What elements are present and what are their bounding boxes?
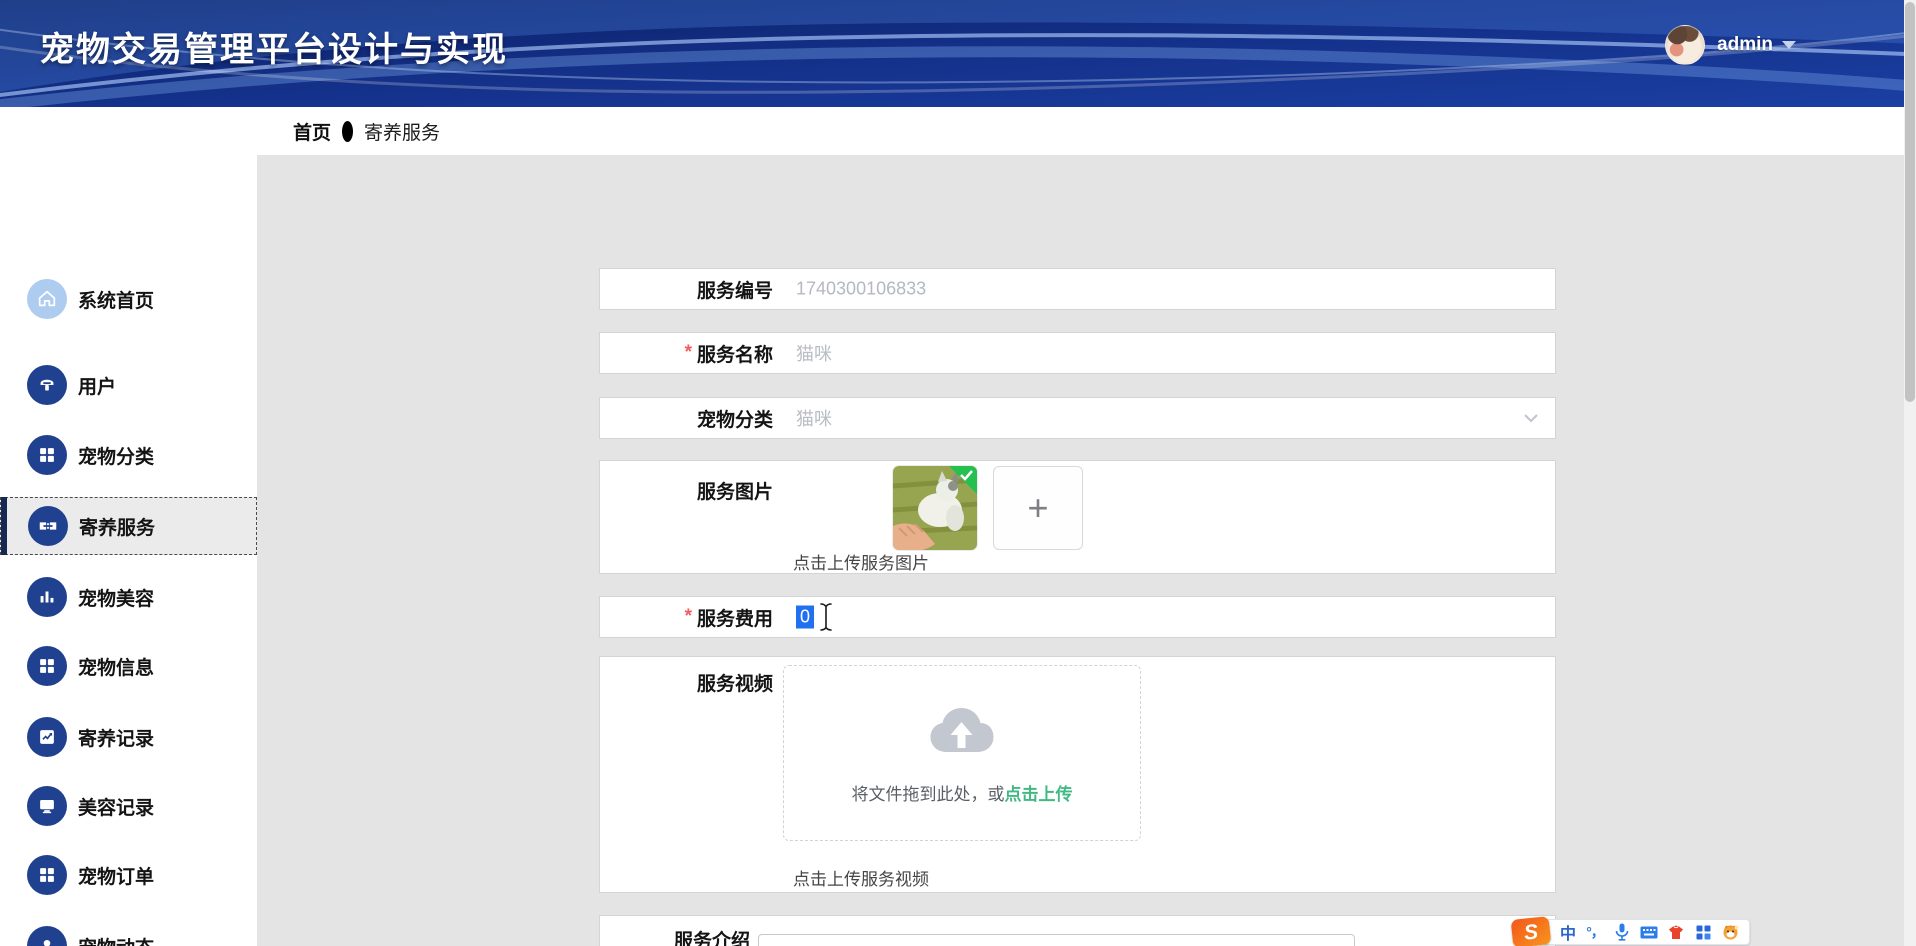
microphone-icon[interactable] — [1613, 923, 1631, 941]
service-name-label: 服务名称 — [696, 344, 773, 366]
ticket-icon — [28, 506, 68, 546]
monitor-icon — [27, 786, 67, 826]
sidebar-item-users[interactable]: 用户 — [0, 356, 257, 414]
service-intro-row: 服务介绍 — [599, 915, 1556, 946]
sidebar-item-label: 用户 — [78, 376, 117, 398]
avatar[interactable] — [1665, 25, 1706, 65]
sidebar-item-foster-records[interactable]: 寄养记录 — [0, 708, 257, 766]
sidebar-item-pet-info[interactable]: 宠物信息 — [0, 637, 257, 695]
emoji-face-icon[interactable] — [1721, 923, 1739, 941]
sidebar-item-label: 系统首页 — [78, 290, 155, 312]
ime-punctuation-icon[interactable]: °， — [1586, 923, 1605, 941]
ime-toolbar: S 中 °， — [1510, 916, 1750, 946]
service-image-label: 服务图片 — [696, 482, 773, 503]
breadcrumb-separator-icon — [342, 120, 354, 142]
sidebar-item-label: 宠物美容 — [78, 588, 155, 610]
user-menu[interactable]: admin — [1665, 25, 1796, 65]
service-image-thumbnail[interactable] — [893, 466, 977, 550]
sidebar-item-system-home[interactable]: 系统首页 — [0, 270, 257, 328]
service-image-row: 服务图片 + 点击上传服务图片 — [599, 460, 1556, 574]
service-number-input[interactable]: 1740300106833 — [796, 279, 926, 300]
toolbox-grid-icon[interactable] — [1694, 923, 1712, 941]
sidebar-item-foster-service[interactable]: 寄养服务 — [0, 497, 257, 555]
service-number-row: 服务编号 1740300106833 — [599, 268, 1556, 310]
sidebar-item-label: 宠物分类 — [78, 446, 155, 468]
sidebar-item-label: 宠物动态 — [78, 933, 154, 946]
chevron-down-icon[interactable] — [1523, 413, 1539, 423]
grid-icon — [27, 435, 67, 475]
caret-down-icon — [1782, 41, 1796, 49]
scrollbar-thumb[interactable] — [1905, 2, 1915, 402]
add-image-button[interactable]: + — [993, 466, 1083, 550]
sidebar-nav: 系统首页用户宠物分类寄养服务宠物美容宠物信息寄养记录美容记录宠物订单宠物动态知识… — [0, 107, 257, 946]
video-upload-hint: 点击上传服务视频 — [793, 870, 929, 889]
sidebar-item-pet-activity[interactable]: 宠物动态 — [0, 917, 257, 946]
ime-bar: 中 °， — [1544, 919, 1750, 945]
sidebar-item-pet-grooming[interactable]: 宠物美容 — [0, 568, 257, 626]
app-window: 宠物交易管理平台设计与实现 admin 首页 寄养服务 系统首页 用户 宠物分类 寄养… — [0, 0, 1916, 946]
required-mark: * — [684, 342, 692, 363]
home-icon — [27, 279, 67, 319]
service-video-row: 服务视频 将文件拖到此处，或点击上传 点击上传服务视频 — [599, 656, 1556, 893]
service-fee-row: * 服务费用 0 — [599, 596, 1556, 638]
plus-icon: + — [1027, 487, 1049, 528]
service-fee-input[interactable]: 0 — [796, 605, 815, 629]
drop-text: 将文件拖到此处，或 — [851, 785, 1005, 804]
service-number-label: 服务编号 — [696, 280, 773, 302]
upload-link[interactable]: 点击上传 — [1005, 785, 1073, 804]
pet-category-select[interactable]: 猫咪 — [796, 405, 832, 431]
scrollbar-track[interactable] — [1904, 0, 1916, 946]
video-dropzone[interactable]: 将文件拖到此处，或点击上传 — [783, 665, 1141, 841]
pet-category-row: 宠物分类 猫咪 — [599, 397, 1556, 439]
service-intro-label: 服务介绍 — [673, 931, 750, 946]
username-label: admin — [1717, 34, 1773, 55]
sidebar-item-pet-category[interactable]: 宠物分类 — [0, 426, 257, 484]
pet-category-label: 宠物分类 — [696, 409, 773, 431]
sidebar-item-label: 宠物订单 — [78, 866, 155, 888]
sidebar-item-label: 美容记录 — [78, 797, 155, 819]
bar-chart-icon — [27, 577, 67, 617]
service-name-row: * 服务名称 猫咪 — [599, 332, 1556, 374]
breadcrumb-current: 寄养服务 — [364, 122, 441, 144]
sogou-logo-icon[interactable]: S — [1510, 916, 1552, 946]
skin-shirt-icon[interactable] — [1667, 923, 1685, 941]
service-video-label: 服务视频 — [696, 674, 773, 695]
sidebar-item-pet-orders[interactable]: 宠物订单 — [0, 846, 257, 904]
sidebar-item-label: 寄养记录 — [78, 728, 155, 750]
service-intro-editor[interactable] — [758, 934, 1355, 946]
app-header: 宠物交易管理平台设计与实现 admin — [0, 0, 1916, 107]
keyboard-icon[interactable] — [1640, 923, 1658, 941]
text-cursor — [820, 603, 832, 631]
sidebar-item-label: 寄养服务 — [79, 517, 156, 539]
image-upload-hint: 点击上传服务图片 — [793, 554, 929, 573]
sidebar-item-grooming-records[interactable]: 美容记录 — [0, 777, 257, 835]
user-icon — [27, 365, 67, 405]
person-icon — [27, 926, 67, 946]
grid-icon — [27, 855, 67, 895]
page-title: 宠物交易管理平台设计与实现 — [40, 31, 508, 69]
cat-photo — [893, 466, 977, 550]
service-fee-label: 服务费用 — [696, 608, 773, 630]
sidebar-item-label: 宠物信息 — [78, 657, 155, 679]
grid-icon — [27, 646, 67, 686]
breadcrumb: 首页 寄养服务 — [257, 107, 1904, 155]
cloud-upload-icon — [929, 706, 996, 763]
trend-icon — [27, 717, 67, 757]
breadcrumb-home-link[interactable]: 首页 — [293, 118, 331, 145]
ime-chinese-mode-icon[interactable]: 中 — [1559, 923, 1577, 943]
service-name-input[interactable]: 猫咪 — [796, 340, 832, 366]
active-indicator — [1, 497, 7, 555]
required-mark: * — [684, 606, 692, 627]
